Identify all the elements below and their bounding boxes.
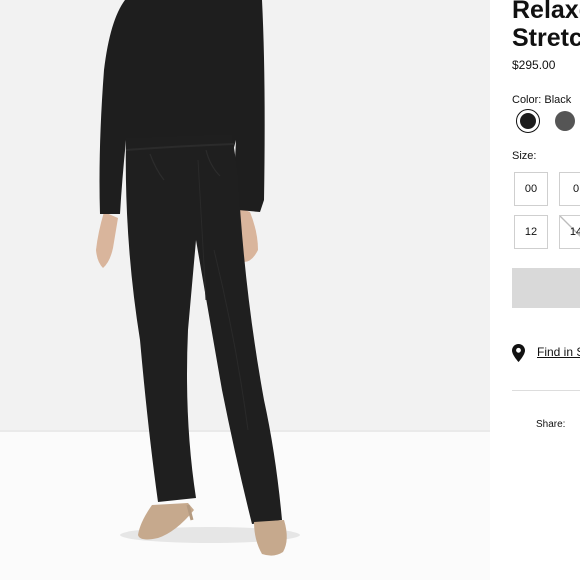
location-pin-icon xyxy=(512,344,525,362)
color-swatch-grey[interactable] xyxy=(555,111,575,131)
product-title: Relaxe Stretc xyxy=(512,0,580,52)
add-to-bag-button[interactable] xyxy=(512,268,580,308)
size-label: Size: xyxy=(512,150,537,162)
size-option-unavailable[interactable]: 14 xyxy=(559,215,580,249)
share-label: Share: xyxy=(536,419,566,430)
size-option[interactable]: 00 xyxy=(514,172,548,206)
find-in-store-link[interactable]: Find in S xyxy=(537,345,580,359)
color-swatch-black[interactable] xyxy=(516,109,540,133)
size-option[interactable]: 12 xyxy=(514,215,548,249)
product-title-line-2: Stretc xyxy=(512,24,580,52)
product-title-line-1: Relaxe xyxy=(512,0,580,24)
divider xyxy=(512,390,580,391)
product-price: $295.00 xyxy=(512,58,556,72)
find-in-store-row[interactable]: Find in S xyxy=(512,342,580,364)
product-image[interactable] xyxy=(0,0,490,580)
size-option[interactable]: 0 xyxy=(559,172,580,206)
product-photo-illustration xyxy=(0,0,490,580)
product-details-panel: Relaxe Stretc $295.00 Color: Black Size:… xyxy=(490,0,580,580)
color-label: Color: Black xyxy=(512,94,572,106)
